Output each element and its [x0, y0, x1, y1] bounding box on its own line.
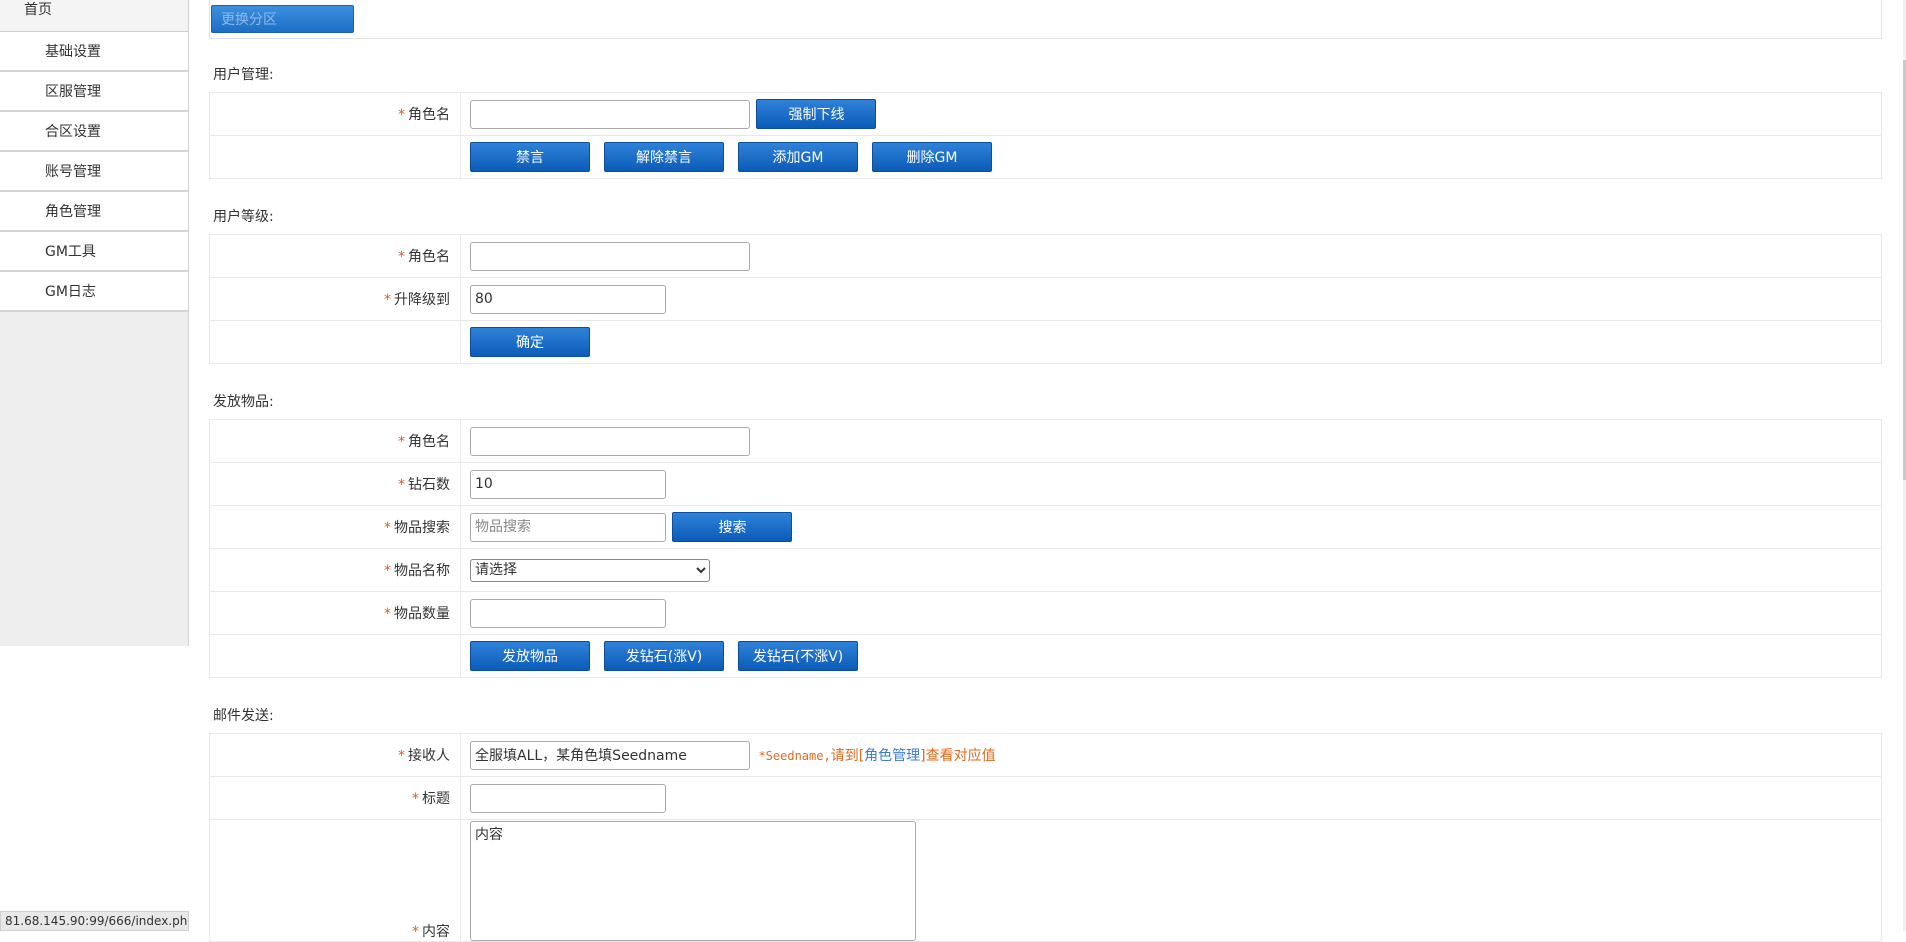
- delete-gm-button[interactable]: 删除GM: [872, 142, 992, 172]
- switch-zone-button[interactable]: 更换分区: [211, 5, 354, 33]
- items-form: *角色名 *钻石数 *物品搜索 搜索 *物品名称 请选择 *物品数量: [209, 419, 1882, 678]
- sidebar-item-server-manage[interactable]: 区服管理: [0, 72, 188, 112]
- sidebar: 首页 基础设置 区服管理 合区设置 账号管理 角色管理 GM工具 GM日志: [0, 0, 189, 646]
- user-level-form: *角色名 *升降级到 确定: [209, 234, 1882, 364]
- level-input[interactable]: [470, 284, 666, 314]
- section-title-items: 发放物品:: [213, 394, 274, 410]
- hint-prefix: *Seedname,: [758, 749, 831, 763]
- item-quantity-input[interactable]: [470, 598, 666, 628]
- item-quantity-label: 物品数量: [394, 606, 450, 622]
- user-level-role-input[interactable]: [470, 241, 750, 271]
- content-textarea[interactable]: 内容: [470, 821, 916, 941]
- empty-label: [209, 135, 461, 179]
- sidebar-item-basic-settings[interactable]: 基础设置: [0, 32, 188, 72]
- main-content: 更换分区 用户管理: * 角色名 强制下线 禁言 解除禁言 添加GM 删除GM 用户等级…: [209, 0, 1882, 942]
- role-name-label: 角色名: [408, 249, 450, 265]
- recipient-hint: *Seedname,请到[角色管理]查看对应值: [758, 748, 995, 764]
- recipient-input[interactable]: [470, 740, 750, 770]
- hint-mid: 请到[: [830, 748, 865, 764]
- send-diamond-vip-button[interactable]: 发钻石(涨V): [604, 641, 724, 671]
- recipient-label: 接收人: [408, 748, 450, 764]
- send-diamond-novip-button[interactable]: 发钻石(不涨V): [738, 641, 858, 671]
- user-manage-role-input[interactable]: [470, 99, 750, 129]
- unmute-button[interactable]: 解除禁言: [604, 142, 724, 172]
- sidebar-item-gm-tools[interactable]: GM工具: [0, 232, 188, 272]
- sidebar-item-account-manage[interactable]: 账号管理: [0, 152, 188, 192]
- item-name-label: 物品名称: [394, 563, 450, 579]
- confirm-level-button[interactable]: 确定: [470, 327, 590, 357]
- mail-form: *接收人 *Seedname,请到[角色管理]查看对应值 *标题 *内容 内容: [209, 733, 1882, 942]
- sidebar-item-gm-log[interactable]: GM日志: [0, 272, 188, 312]
- diamond-count-label: 钻石数: [408, 477, 450, 493]
- add-gm-button[interactable]: 添加GM: [738, 142, 858, 172]
- item-name-select[interactable]: 请选择: [470, 558, 710, 582]
- sidebar-item-role-manage[interactable]: 角色管理: [0, 192, 188, 232]
- item-search-button[interactable]: 搜索: [672, 512, 793, 542]
- hint-suffix: ]查看对应值: [920, 748, 996, 764]
- sidebar-home[interactable]: 首页: [0, 0, 188, 32]
- role-name-label: 角色名: [408, 107, 450, 123]
- items-role-input[interactable]: [470, 426, 750, 456]
- section-title-user-level: 用户等级:: [213, 209, 274, 225]
- section-title-mail: 邮件发送:: [213, 708, 274, 724]
- item-search-label: 物品搜索: [394, 520, 450, 536]
- top-bar: 更换分区: [209, 0, 1882, 39]
- subject-input[interactable]: [470, 783, 666, 813]
- section-title-user-manage: 用户管理:: [213, 67, 274, 83]
- sidebar-item-merge-settings[interactable]: 合区设置: [0, 112, 188, 152]
- item-search-input[interactable]: [470, 512, 666, 542]
- level-to-label: 升降级到: [394, 292, 450, 308]
- subject-label: 标题: [422, 791, 450, 807]
- status-bar-url: 81.68.145.90:99/666/index.php: [0, 911, 189, 931]
- force-offline-button[interactable]: 强制下线: [756, 99, 877, 129]
- user-manage-form: * 角色名 强制下线 禁言 解除禁言 添加GM 删除GM: [209, 92, 1882, 179]
- mute-button[interactable]: 禁言: [470, 142, 590, 172]
- content-label: 内容: [422, 924, 450, 940]
- role-manage-link[interactable]: 角色管理: [864, 748, 920, 764]
- send-items-button[interactable]: 发放物品: [470, 641, 590, 671]
- diamond-count-input[interactable]: [470, 469, 666, 499]
- field-label: * 角色名: [209, 92, 461, 136]
- role-name-label: 角色名: [408, 434, 450, 450]
